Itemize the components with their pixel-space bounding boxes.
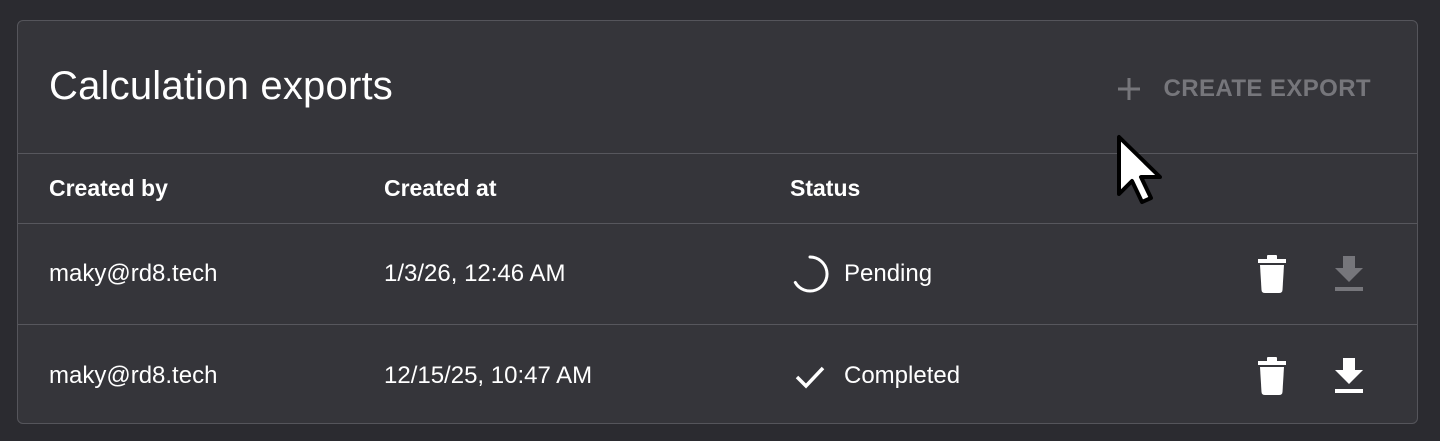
page-title: Calculation exports xyxy=(49,64,393,108)
exports-panel: Calculation exports CREATE EXPORT Create… xyxy=(17,20,1418,424)
create-export-label: CREATE EXPORT xyxy=(1163,75,1371,102)
download-icon xyxy=(1335,357,1363,393)
download-button[interactable] xyxy=(1329,254,1369,294)
spinner-icon xyxy=(790,254,830,294)
created-at-cell: 1/3/26, 12:46 AM xyxy=(384,260,566,287)
plus-icon xyxy=(1116,76,1142,102)
trash-icon xyxy=(1258,255,1286,293)
status-cell: Pending xyxy=(790,224,932,324)
create-export-button[interactable]: CREATE EXPORT xyxy=(1116,71,1371,107)
created-by-cell: maky@rd8.tech xyxy=(49,361,218,389)
row-actions xyxy=(1252,325,1369,423)
status-label: Pending xyxy=(844,260,933,287)
check-icon xyxy=(790,356,830,396)
table-row: maky@rd8.tech 1/3/26, 12:46 AM Pending xyxy=(18,224,1417,325)
table-header: Created by Created at Status xyxy=(18,154,1417,224)
column-header-created-by: Created by xyxy=(49,175,168,201)
download-button[interactable] xyxy=(1329,356,1369,396)
column-header-status: Status xyxy=(790,175,861,201)
column-header-created-at: Created at xyxy=(384,175,497,201)
table-row: maky@rd8.tech 12/15/25, 10:47 AM Complet… xyxy=(18,325,1417,423)
delete-button[interactable] xyxy=(1252,254,1292,294)
status-cell: Completed xyxy=(790,325,961,423)
panel-header: Calculation exports CREATE EXPORT xyxy=(18,21,1417,154)
download-icon xyxy=(1335,256,1363,291)
status-label: Completed xyxy=(844,361,961,389)
trash-icon xyxy=(1258,356,1286,395)
created-by-cell: maky@rd8.tech xyxy=(49,260,218,287)
created-at-cell: 12/15/25, 10:47 AM xyxy=(384,361,593,389)
row-actions xyxy=(1252,224,1369,324)
delete-button[interactable] xyxy=(1252,356,1292,396)
